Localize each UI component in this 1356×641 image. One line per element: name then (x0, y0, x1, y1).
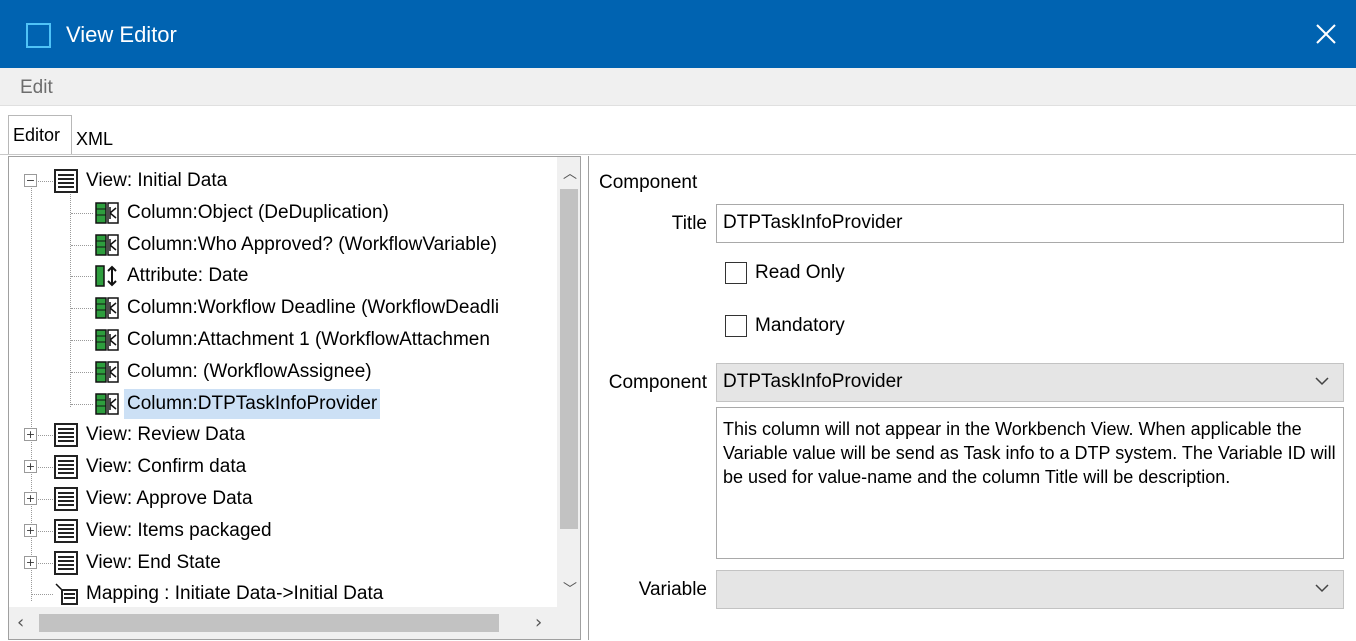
read-only-label: Read Only (755, 262, 845, 283)
tab-strip: Editor XML (0, 107, 1356, 155)
tree-node-label: Column:DTPTaskInfoProvider (124, 388, 381, 419)
view-icon (54, 518, 78, 553)
mandatory-row[interactable]: Mandatory (725, 315, 845, 337)
title-bar: View Editor (0, 0, 1356, 68)
scroll-left-icon[interactable]: ‹ (17, 612, 24, 633)
tree-node-label: Column:Object (DeDuplication) (127, 201, 389, 223)
vertical-scroll-thumb[interactable] (560, 189, 578, 529)
tree-panel: − View: Initial Data Column:Object (DeDupl… (8, 156, 581, 640)
tree-node-label: Column:Workflow Deadline (WorkflowDeadli (127, 297, 500, 319)
expand-icon[interactable]: + (24, 492, 37, 505)
horizontal-scroll-thumb[interactable] (39, 614, 499, 632)
column-icon (95, 233, 119, 267)
tree-node-label: View: Initial Data (86, 170, 228, 191)
component-panel: Component Title DTPTaskInfoProvider Read… (588, 156, 1355, 640)
view-icon (54, 455, 78, 489)
section-title: Component (599, 172, 698, 193)
tree-guide-line (70, 194, 71, 407)
column-icon (95, 360, 119, 394)
tab-editor[interactable]: Editor (8, 115, 72, 154)
description-box: This column will not appear in the Workb… (716, 407, 1344, 559)
expand-icon[interactable]: + (24, 555, 37, 569)
tree-connector (31, 594, 53, 596)
tree-node-label: Column:Who Approved? (WorkflowVariable) (127, 233, 497, 255)
tree-connector (71, 212, 93, 214)
tab-xml[interactable]: XML (72, 124, 113, 150)
tree-node-label: Column:Attachment 1 (WorkflowAttachmen (127, 329, 490, 350)
tree-connector (71, 403, 93, 405)
app-icon (26, 23, 51, 48)
scroll-right-icon[interactable]: › (535, 612, 542, 633)
menu-bar: Edit (0, 68, 1356, 106)
expand-icon[interactable]: + (24, 460, 37, 474)
tree-node-label: Mapping : Initiate Data->Initial Data (86, 583, 384, 605)
chevron-down-icon (1315, 584, 1329, 593)
scroll-corner (557, 607, 580, 639)
tree-connector (71, 244, 93, 246)
view-icon (54, 423, 78, 457)
window-title: View Editor (66, 22, 177, 47)
view-icon (54, 550, 78, 585)
component-value: DTPTaskInfoProvider (723, 371, 903, 392)
column-icon (95, 201, 119, 235)
chevron-down-icon (1315, 377, 1329, 386)
scroll-up-icon[interactable]: ︿ (563, 163, 577, 183)
tree-node-label: View: Approve Data (86, 488, 253, 509)
view-icon (54, 487, 78, 521)
vertical-scrollbar[interactable]: ︿ ﹀ (557, 157, 580, 607)
tree-node-label: Attribute: Date (127, 265, 249, 287)
expand-icon[interactable]: + (24, 428, 37, 442)
component-label: Component (608, 372, 707, 393)
column-icon (95, 296, 119, 330)
variable-label: Variable (638, 579, 707, 600)
horizontal-scrollbar[interactable]: ‹ › (9, 607, 557, 639)
column-icon (95, 328, 119, 362)
mandatory-label: Mandatory (755, 315, 845, 336)
title-input[interactable]: DTPTaskInfoProvider (716, 204, 1344, 243)
tree-node-label: View: Items packaged (86, 519, 272, 541)
collapse-icon[interactable]: − (24, 174, 37, 187)
close-icon (1316, 24, 1336, 44)
close-button[interactable] (1296, 0, 1356, 68)
tree-connector (71, 276, 93, 278)
tree-node-label: View: Confirm data (86, 456, 247, 478)
scroll-down-icon[interactable]: ﹀ (563, 579, 577, 599)
tree-connector (71, 371, 93, 373)
title-label: Title (671, 213, 707, 234)
tree-node-label: Column: (WorkflowAssignee) (127, 360, 372, 382)
tree-connector (71, 308, 93, 310)
read-only-row[interactable]: Read Only (725, 262, 845, 284)
tree-connector (71, 340, 93, 341)
variable-select[interactable] (716, 570, 1344, 609)
tree-node-label: View: End State (86, 551, 221, 573)
mandatory-checkbox[interactable] (725, 315, 747, 337)
tree-node-label: View: Review Data (86, 424, 246, 446)
view-icon (54, 169, 78, 203)
menu-edit[interactable]: Edit (20, 77, 53, 99)
read-only-checkbox[interactable] (725, 262, 747, 284)
tree-guide-line (31, 188, 32, 602)
expand-icon[interactable]: + (24, 523, 37, 537)
attribute-icon (95, 264, 119, 298)
component-select[interactable]: DTPTaskInfoProvider (716, 363, 1344, 402)
